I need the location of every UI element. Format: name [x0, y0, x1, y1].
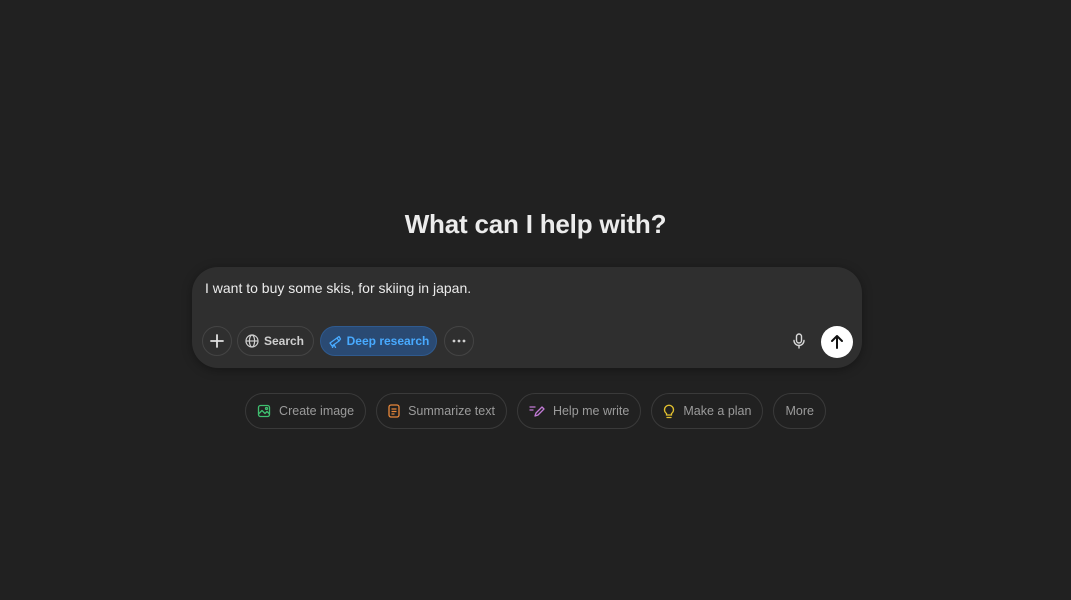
document-icon	[388, 404, 400, 418]
send-button[interactable]	[821, 326, 853, 358]
suggestion-more[interactable]: More	[773, 393, 826, 429]
suggestion-label: Make a plan	[683, 404, 752, 418]
page-heading: What can I help with?	[404, 209, 667, 239]
deep-research-label: Deep research	[346, 334, 430, 348]
ellipsis-icon	[452, 339, 466, 343]
dictate-button[interactable]	[784, 326, 814, 356]
suggestion-label: Summarize text	[408, 404, 495, 418]
suggestion-make-a-plan[interactable]: Make a plan	[651, 393, 764, 429]
image-icon	[257, 404, 271, 418]
arrow-up-icon	[830, 334, 844, 350]
suggestion-chips: Create image Summarize text Help me writ…	[0, 393, 1071, 429]
microphone-icon	[793, 333, 805, 349]
suggestion-summarize-text[interactable]: Summarize text	[376, 393, 507, 429]
telescope-icon	[328, 334, 342, 348]
plus-icon	[210, 334, 224, 348]
search-button-label: Search	[263, 334, 305, 348]
attach-button[interactable]	[202, 326, 232, 356]
suggestion-label: Help me write	[552, 404, 630, 418]
suggestion-help-me-write[interactable]: Help me write	[516, 393, 642, 429]
search-button[interactable]: Search	[237, 326, 314, 356]
pen-icon	[529, 404, 545, 418]
deep-research-button[interactable]: Deep research	[320, 326, 437, 356]
suggestion-create-image[interactable]: Create image	[245, 393, 367, 429]
globe-icon	[245, 334, 259, 348]
suggestion-label: Create image	[279, 404, 355, 418]
suggestion-label: More	[785, 404, 814, 418]
prompt-composer[interactable]: I want to buy some skis, for skiing in j…	[192, 267, 862, 368]
prompt-input[interactable]: I want to buy some skis, for skiing in j…	[205, 280, 471, 296]
app-page: What can I help with? I want to buy some…	[0, 0, 1071, 600]
more-tools-button[interactable]	[444, 326, 474, 356]
lightbulb-icon	[663, 404, 675, 419]
